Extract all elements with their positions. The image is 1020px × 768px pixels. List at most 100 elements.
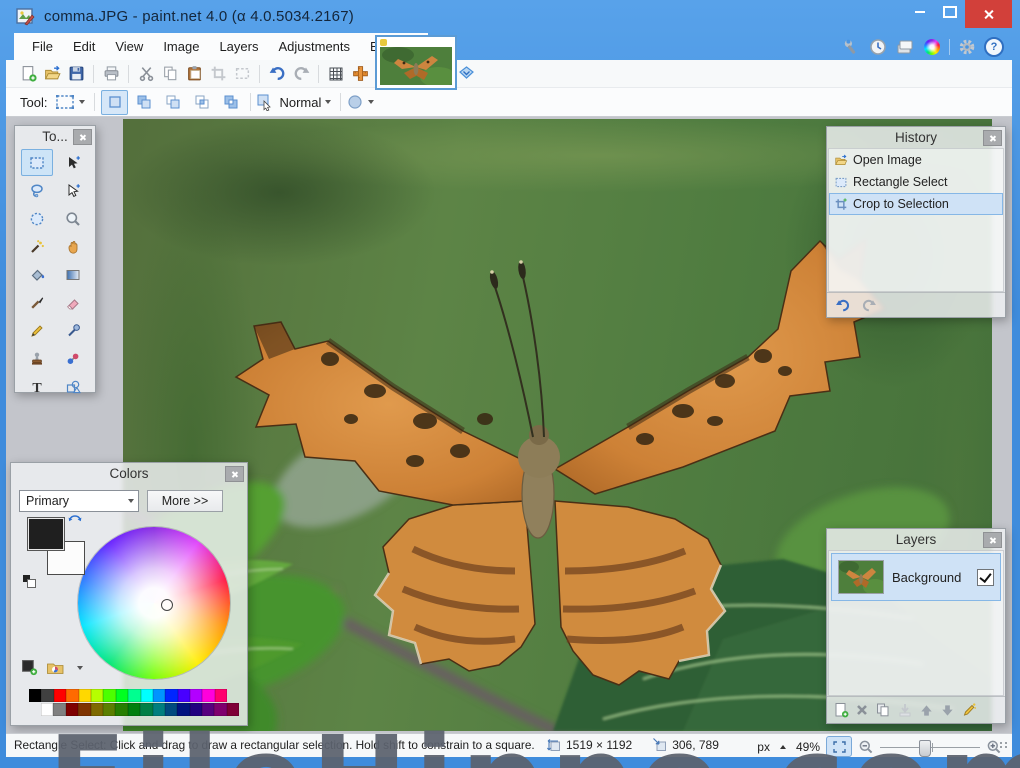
- minimize-button[interactable]: [905, 0, 935, 24]
- grid-toggle-button[interactable]: [324, 62, 348, 86]
- palette-swatch[interactable]: [103, 689, 115, 702]
- menu-view[interactable]: View: [105, 33, 153, 60]
- tool-zoom[interactable]: [57, 205, 89, 232]
- merge-down-button[interactable]: [897, 702, 913, 718]
- image-list-dropdown[interactable]: [459, 66, 474, 79]
- tool-move-selected-pixels[interactable]: [57, 149, 89, 176]
- palette-swatch[interactable]: [66, 703, 78, 716]
- palette-swatch[interactable]: [140, 703, 152, 716]
- menu-image[interactable]: Image: [153, 33, 209, 60]
- palette-swatch[interactable]: [79, 689, 91, 702]
- palette-swatch[interactable]: [165, 703, 177, 716]
- tool-pencil[interactable]: [21, 317, 53, 344]
- selection-mode-add-button[interactable]: [130, 90, 157, 115]
- more-button[interactable]: More >>: [147, 490, 223, 512]
- new-file-button[interactable]: [16, 62, 40, 86]
- history-panel-title[interactable]: History: [827, 127, 1005, 148]
- redo-button[interactable]: [289, 62, 313, 86]
- primary-color-swatch[interactable]: [27, 517, 65, 551]
- zoom-to-window-button[interactable]: [826, 736, 852, 757]
- palette-swatch[interactable]: [29, 689, 41, 702]
- redo-icon[interactable]: [861, 298, 877, 313]
- palette-swatch[interactable]: [177, 703, 189, 716]
- layers-toggle-button[interactable]: [895, 37, 915, 57]
- color-mode-select[interactable]: Primary: [19, 490, 139, 512]
- tool-ellipse-select[interactable]: [21, 205, 53, 232]
- tool-recolor[interactable]: [57, 345, 89, 372]
- tool-paint-bucket[interactable]: [21, 261, 53, 288]
- tool-clone-stamp[interactable]: [21, 345, 53, 372]
- zoom-out-icon[interactable]: [858, 739, 874, 755]
- reset-colors-icon[interactable]: [23, 575, 36, 588]
- help-button[interactable]: ?: [984, 37, 1004, 57]
- blend-mode-value[interactable]: Normal: [279, 95, 321, 110]
- undo-button[interactable]: [265, 62, 289, 86]
- palette-swatch[interactable]: [178, 689, 190, 702]
- tool-color-picker[interactable]: [57, 317, 89, 344]
- palette-swatch[interactable]: [202, 703, 214, 716]
- palette-swatch[interactable]: [227, 703, 239, 716]
- palette-swatch[interactable]: [141, 689, 153, 702]
- selection-mode-xor-button[interactable]: [217, 90, 244, 115]
- layer-visible-checkbox[interactable]: [977, 569, 994, 586]
- palette-swatch[interactable]: [202, 689, 214, 702]
- colors-panel-title[interactable]: Colors: [11, 463, 247, 484]
- antialias-caret[interactable]: [368, 100, 374, 104]
- palette-swatch[interactable]: [103, 703, 115, 716]
- unit-value[interactable]: px: [757, 740, 770, 754]
- tool-gradient[interactable]: [57, 261, 89, 288]
- menu-adjustments[interactable]: Adjustments: [268, 33, 360, 60]
- add-layer-button[interactable]: [833, 702, 849, 718]
- palette-swatch[interactable]: [78, 703, 90, 716]
- menu-edit[interactable]: Edit: [63, 33, 105, 60]
- selection-mode-subtract-button[interactable]: [159, 90, 186, 115]
- move-layer-down-button[interactable]: [940, 703, 955, 718]
- settings-button[interactable]: [957, 37, 977, 57]
- undo-icon[interactable]: [835, 298, 851, 313]
- paste-button[interactable]: [182, 62, 206, 86]
- unit-dropdown-caret[interactable]: [780, 745, 786, 749]
- palette-swatch[interactable]: [91, 703, 103, 716]
- selection-mode-intersect-button[interactable]: [188, 90, 215, 115]
- tool-paintbrush[interactable]: [21, 289, 53, 316]
- maximize-button[interactable]: [935, 0, 965, 24]
- tool-eraser[interactable]: [57, 289, 89, 316]
- blend-mode-caret[interactable]: [325, 100, 331, 104]
- menu-layers[interactable]: Layers: [209, 33, 268, 60]
- palette-swatch[interactable]: [41, 703, 53, 716]
- palette-swatch[interactable]: [41, 689, 53, 702]
- delete-layer-button[interactable]: [855, 703, 869, 717]
- layer-properties-button[interactable]: [961, 702, 977, 718]
- resize-grip[interactable]: [1000, 742, 1008, 748]
- palette-swatch[interactable]: [66, 689, 78, 702]
- color-wheel[interactable]: [78, 527, 230, 679]
- menu-file[interactable]: File: [22, 33, 63, 60]
- tool-pan[interactable]: [57, 233, 89, 260]
- tools-panel-title[interactable]: To...: [15, 126, 95, 147]
- history-item-rectangle-select[interactable]: Rectangle Select: [829, 171, 1003, 193]
- palette-swatch[interactable]: [190, 689, 202, 702]
- palette-swatch[interactable]: [153, 703, 165, 716]
- palette-manager-button[interactable]: [46, 660, 65, 676]
- open-file-button[interactable]: [40, 62, 64, 86]
- layer-row-background[interactable]: Background: [831, 553, 1001, 601]
- copy-button[interactable]: [158, 62, 182, 86]
- palette-swatch[interactable]: [116, 689, 128, 702]
- palette-swatch[interactable]: [165, 689, 177, 702]
- selection-mode-replace-button[interactable]: [101, 90, 128, 115]
- tool-rectangle-select[interactable]: [21, 149, 53, 176]
- layers-panel-title[interactable]: Layers: [827, 529, 1005, 550]
- colors-toggle-button[interactable]: [922, 37, 942, 57]
- zoom-slider[interactable]: [880, 739, 980, 755]
- close-icon[interactable]: [983, 532, 1002, 548]
- tool-lasso-select[interactable]: [21, 177, 53, 204]
- palette-dropdown-caret[interactable]: [77, 666, 83, 670]
- close-icon[interactable]: [225, 466, 244, 482]
- swap-colors-icon[interactable]: [67, 513, 83, 529]
- cut-button[interactable]: [134, 62, 158, 86]
- tool-magic-wand[interactable]: [21, 233, 53, 260]
- antialias-icon[interactable]: [346, 93, 364, 111]
- history-item-crop-to-selection[interactable]: Crop to Selection: [829, 193, 1003, 215]
- deselect-button[interactable]: [230, 62, 254, 86]
- tool-shapes[interactable]: [57, 373, 89, 400]
